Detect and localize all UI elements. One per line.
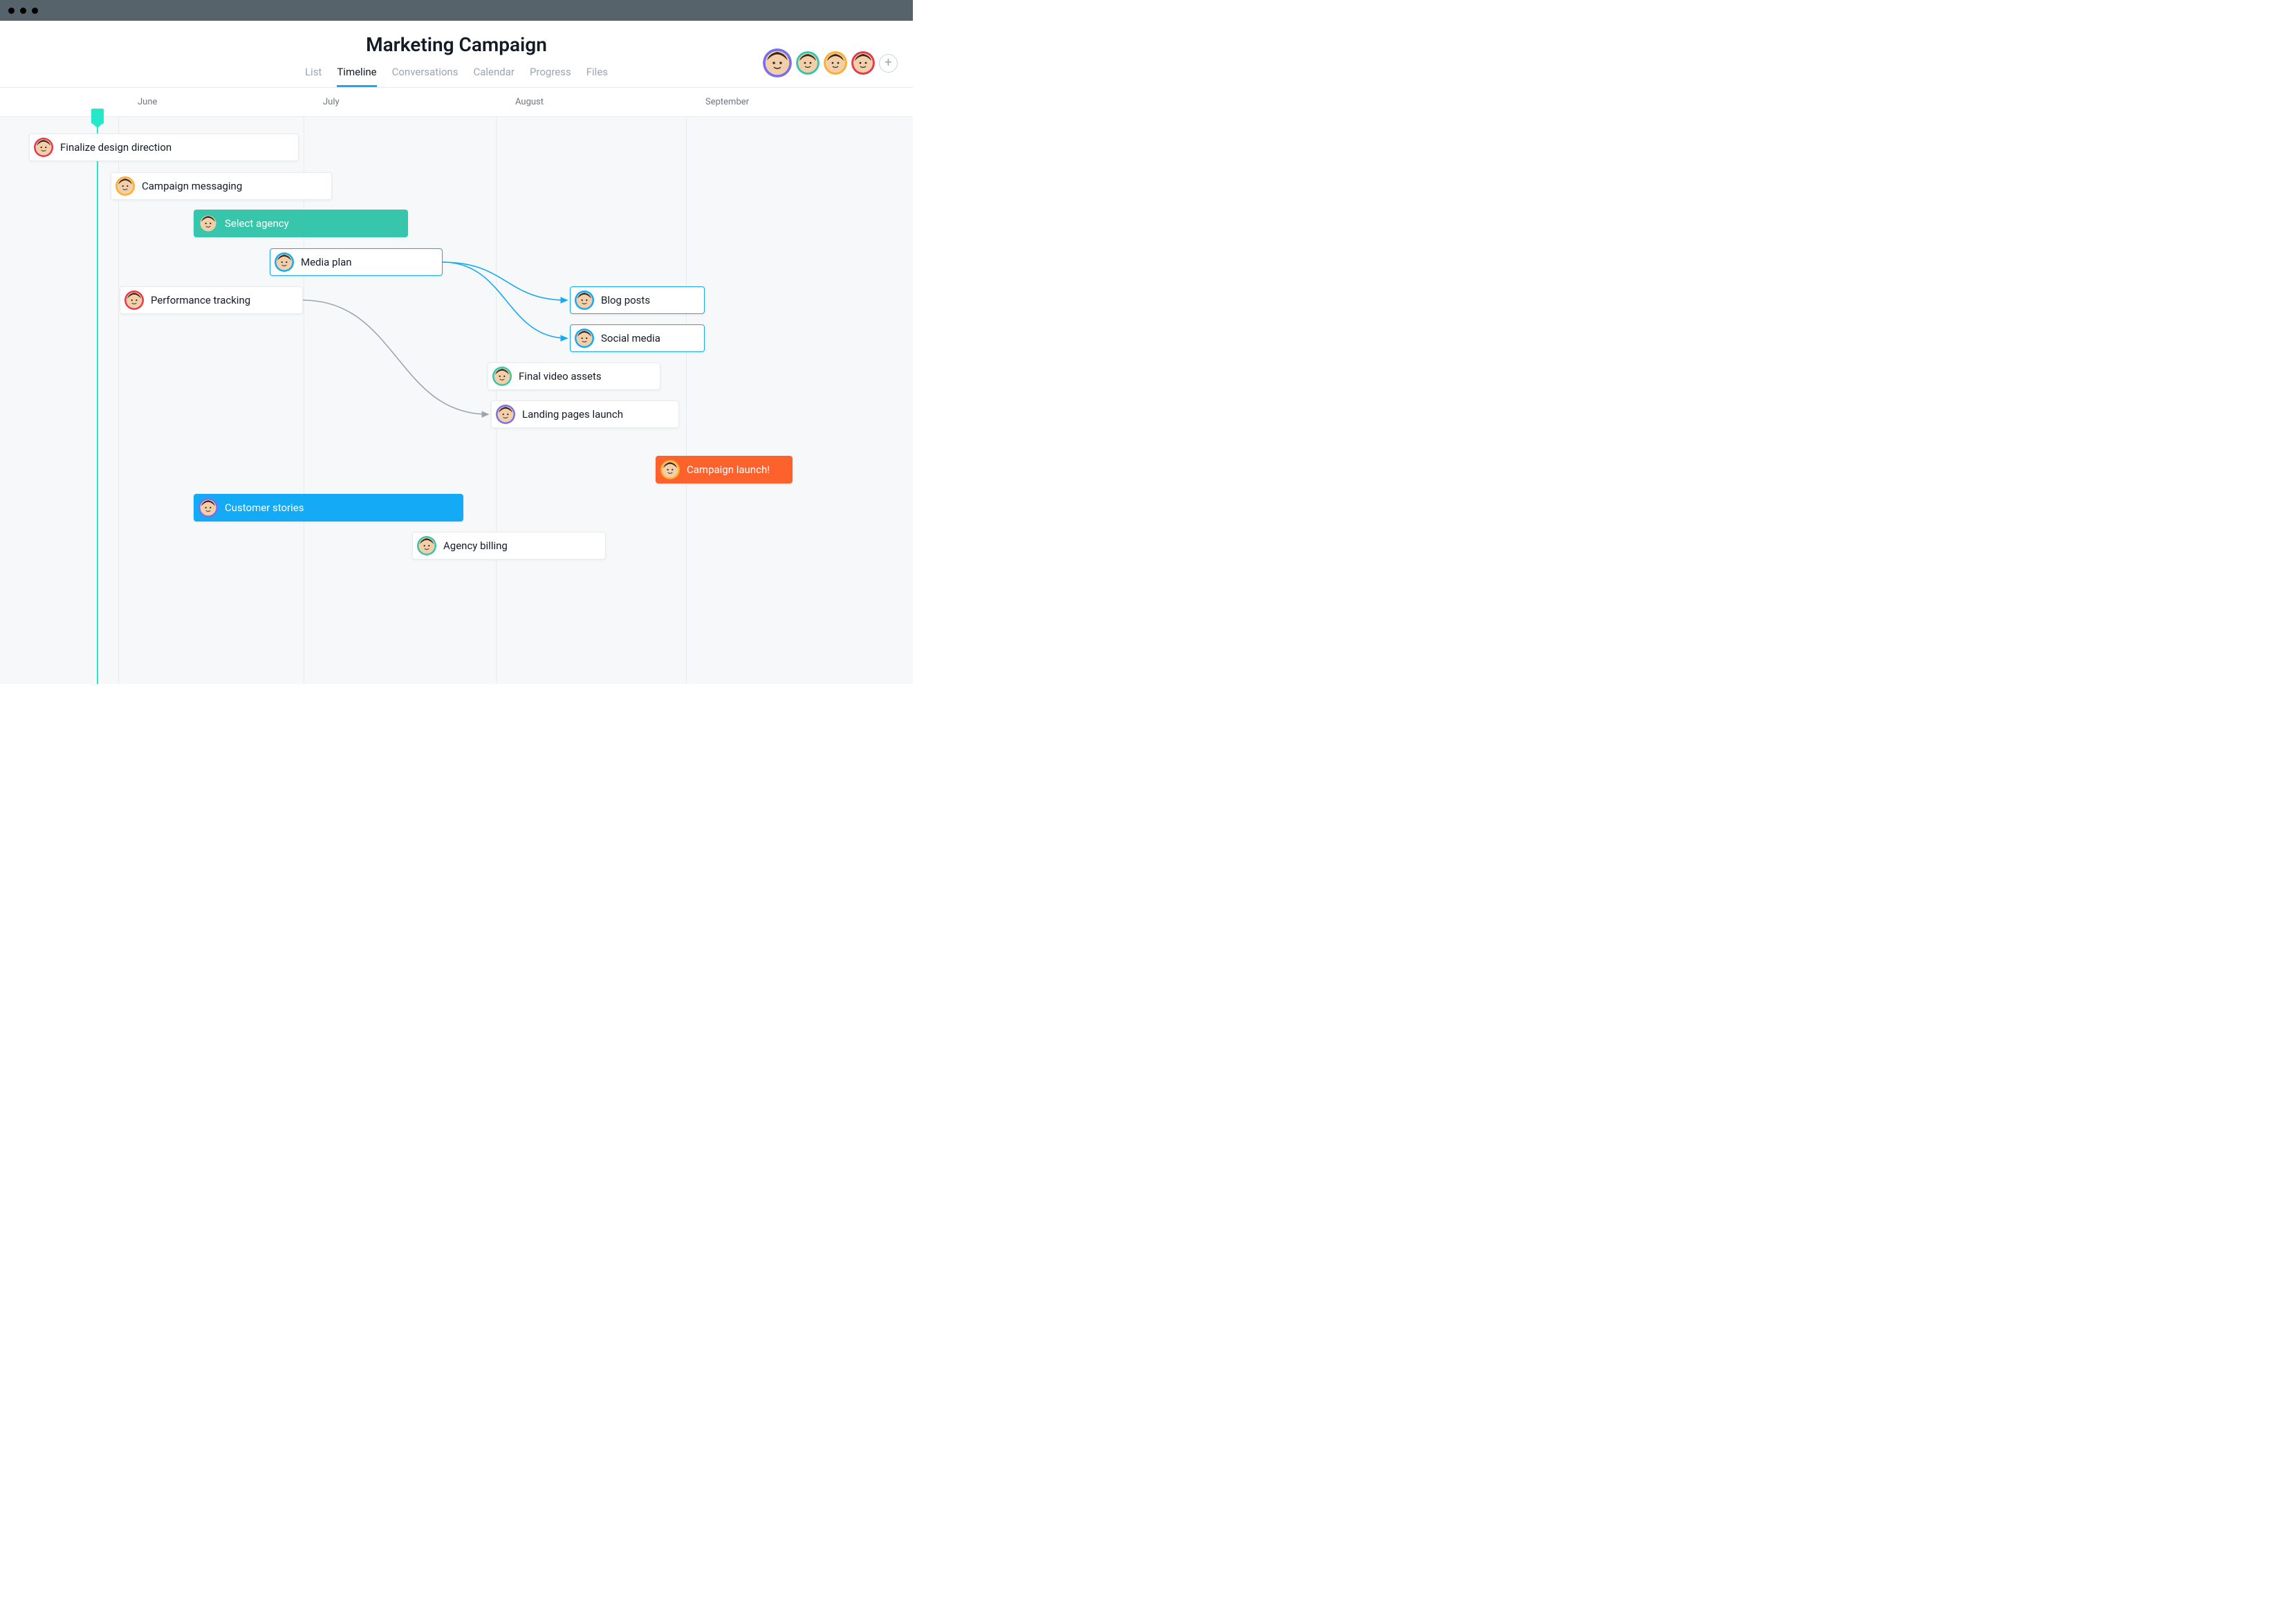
task-agency-billing[interactable]: Agency billing xyxy=(412,532,606,560)
task-label: Select agency xyxy=(225,217,289,230)
team-avatars: + xyxy=(763,48,898,77)
task-assignee-avatar xyxy=(492,367,512,386)
task-assignee-avatar xyxy=(275,252,294,272)
today-marker[interactable] xyxy=(97,117,98,684)
task-label: Landing pages launch xyxy=(522,408,623,421)
task-assignee-avatar xyxy=(34,138,53,157)
tab-conversations[interactable]: Conversations xyxy=(392,66,459,87)
tab-list[interactable]: List xyxy=(305,66,322,87)
task-social-media[interactable]: Social media xyxy=(570,324,705,352)
task-label: Blog posts xyxy=(601,294,650,306)
task-label: Finalize design direction xyxy=(60,141,172,154)
tab-timeline[interactable]: Timeline xyxy=(337,66,376,87)
window-dot-minimize[interactable] xyxy=(20,8,26,14)
task-assignee-avatar xyxy=(575,329,594,348)
task-label: Social media xyxy=(601,332,660,344)
timeline-body[interactable]: Finalize design direction Campaign messa… xyxy=(0,117,913,684)
tab-calendar[interactable]: Calendar xyxy=(473,66,515,87)
task-landing-pages-launch[interactable]: Landing pages launch xyxy=(491,400,679,428)
task-assignee-avatar xyxy=(198,214,218,233)
window-chrome xyxy=(0,0,913,21)
task-label: Performance tracking xyxy=(151,294,250,306)
month-label-july: July xyxy=(323,97,340,107)
month-label-august: August xyxy=(515,97,544,107)
task-assignee-avatar xyxy=(124,291,144,310)
timeline-header: June July August September xyxy=(0,88,913,117)
window-dot-maximize[interactable] xyxy=(32,8,38,14)
task-final-video-assets[interactable]: Final video assets xyxy=(488,362,660,390)
add-member-button[interactable]: + xyxy=(879,54,898,73)
task-customer-stories[interactable]: Customer stories xyxy=(194,494,463,522)
task-select-agency[interactable]: Select agency xyxy=(194,210,408,237)
month-gridline xyxy=(686,117,687,684)
task-label: Campaign messaging xyxy=(142,180,242,192)
task-label: Agency billing xyxy=(443,540,508,552)
team-avatar-member-1[interactable] xyxy=(763,48,792,77)
tab-progress[interactable]: Progress xyxy=(530,66,571,87)
team-avatar-member-4[interactable] xyxy=(851,51,875,75)
today-handle-icon[interactable] xyxy=(91,109,104,124)
task-assignee-avatar xyxy=(115,176,135,196)
task-performance-tracking[interactable]: Performance tracking xyxy=(120,286,303,314)
connector-performance-tracking-to-landing-pages-launch xyxy=(303,300,488,414)
connector-media-plan-to-blog-posts xyxy=(443,262,567,300)
connector-media-plan-to-social-media xyxy=(443,262,567,338)
task-finalize-design[interactable]: Finalize design direction xyxy=(29,133,299,161)
task-media-plan[interactable]: Media plan xyxy=(270,248,443,276)
task-label: Media plan xyxy=(301,256,352,268)
header: Marketing Campaign + ListTimelineConvers… xyxy=(0,21,913,88)
month-label-june: June xyxy=(138,97,157,107)
month-label-september: September xyxy=(705,97,749,107)
tab-files[interactable]: Files xyxy=(586,66,608,87)
task-label: Final video assets xyxy=(519,370,602,382)
window-dot-close[interactable] xyxy=(8,8,15,14)
team-avatar-member-2[interactable] xyxy=(796,51,820,75)
task-label: Campaign launch! xyxy=(687,463,770,476)
task-assignee-avatar xyxy=(417,536,436,555)
task-assignee-avatar xyxy=(660,460,680,479)
task-assignee-avatar xyxy=(496,405,515,424)
task-campaign-messaging[interactable]: Campaign messaging xyxy=(111,172,332,200)
task-campaign-launch[interactable]: Campaign launch! xyxy=(656,456,793,483)
task-label: Customer stories xyxy=(225,501,304,514)
task-assignee-avatar xyxy=(575,291,594,310)
team-avatar-member-3[interactable] xyxy=(824,51,847,75)
month-gridline xyxy=(118,117,119,684)
task-assignee-avatar xyxy=(198,498,218,517)
connectors-layer xyxy=(0,117,913,684)
task-blog-posts[interactable]: Blog posts xyxy=(570,286,705,314)
